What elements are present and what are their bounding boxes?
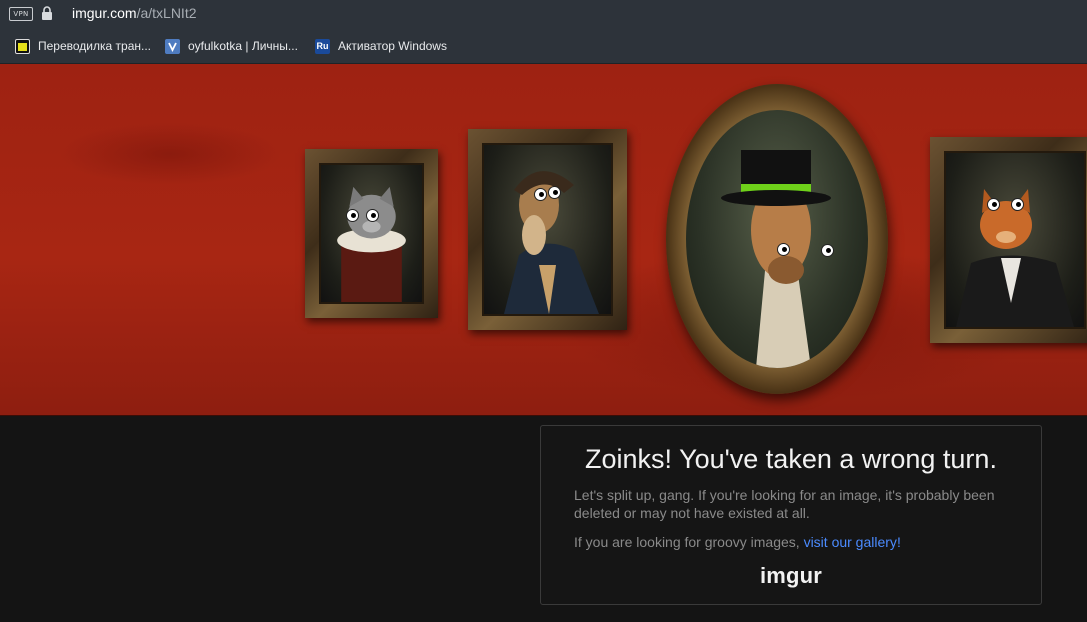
googly-eye (534, 188, 547, 201)
giraffe-portrait (666, 84, 888, 394)
error-panel: Zoinks! You've taken a wrong turn. Let's… (540, 425, 1042, 605)
bookmark-label: Переводилка тран... (38, 39, 151, 53)
grey-cat-image (337, 186, 406, 302)
googly-eye (821, 244, 834, 257)
bookmark-oyfulkotka[interactable]: oyfulkotka | Личны... (165, 37, 298, 55)
lock-icon[interactable] (41, 6, 53, 20)
bookmark-label: Активатор Windows (338, 39, 447, 53)
error-message: Let's split up, gang. If you're looking … (574, 487, 995, 521)
giraffe-image (721, 150, 831, 368)
url-text[interactable]: imgur.com/a/txLNIt2 (72, 5, 197, 21)
visit-gallery-link[interactable]: visit our gallery (804, 534, 897, 550)
gallery-banner (0, 64, 1087, 416)
v-icon (165, 38, 180, 54)
bookmarks-bar: Переводилка тран... oyfulkotka | Личны..… (0, 28, 1087, 64)
bookmark-translator[interactable]: Переводилка тран... (15, 37, 151, 55)
googly-eye (346, 209, 359, 222)
url-host: imgur.com (72, 5, 137, 21)
imgur-logo[interactable]: imgur (541, 563, 1041, 589)
address-bar[interactable]: VPN imgur.com/a/txLNIt2 (0, 0, 1087, 28)
ferret-image (504, 171, 599, 314)
cat-portrait (305, 149, 438, 318)
googly-eye (1011, 198, 1024, 211)
vpn-badge[interactable]: VPN (9, 7, 33, 21)
url-path: /a/txLNIt2 (136, 5, 197, 21)
gallery-hint-suffix: ! (896, 534, 901, 550)
error-headline: Zoinks! You've taken a wrong turn. (585, 444, 997, 474)
googly-eye (987, 198, 1000, 211)
gallery-hint-prefix: If you are looking for groovy images, (574, 534, 804, 550)
bookmark-label: oyfulkotka | Личны... (188, 39, 298, 53)
bookmark-windows-activator[interactable]: Ru Активатор Windows (315, 37, 447, 55)
googly-eye (777, 243, 790, 256)
translator-icon (15, 38, 30, 54)
ru-icon: Ru (315, 38, 330, 54)
orange-cat-image (956, 189, 1074, 327)
orange-cat-portrait (930, 137, 1087, 343)
googly-eye (366, 209, 379, 222)
gallery-hint: If you are looking for groovy images, vi… (574, 533, 1014, 551)
googly-eye (548, 186, 561, 199)
ferret-portrait (468, 129, 627, 330)
